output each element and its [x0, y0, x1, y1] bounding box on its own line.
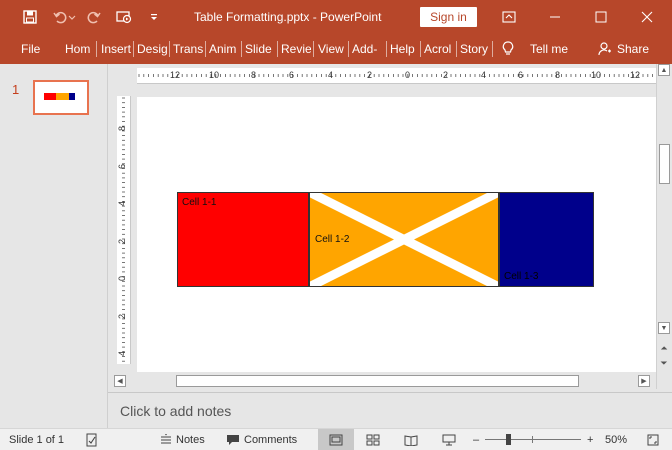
slide-sorter-icon[interactable]: [366, 429, 380, 450]
slide-number: 1: [12, 82, 20, 97]
ruler-label: 10: [209, 70, 220, 80]
ruler-label: 2: [117, 313, 128, 320]
minimize-icon[interactable]: [532, 0, 578, 34]
comments-label: Comments: [244, 433, 298, 446]
ruler-label: 8: [555, 70, 561, 80]
zoom-slider[interactable]: [485, 429, 581, 450]
slide-count: Slide 1 of 1: [9, 433, 65, 446]
table-cell-1-3[interactable]: Cell 1-3: [499, 192, 594, 287]
previous-slide-icon[interactable]: ⏶: [658, 342, 670, 354]
zoom-out-button[interactable]: –: [473, 429, 479, 450]
ruler-label: 10: [591, 70, 602, 80]
maximize-icon[interactable]: [578, 0, 624, 34]
tab-acrobat[interactable]: Acrol: [424, 34, 452, 64]
tab-storyline[interactable]: Story: [460, 34, 490, 64]
present-icon[interactable]: [116, 9, 132, 25]
tab-help[interactable]: Help: [390, 34, 418, 64]
zoom-in-button[interactable]: +: [587, 429, 593, 450]
status-bar: Slide 1 of 1 Notes Comments – + 50%: [0, 428, 672, 450]
tab-add-ins[interactable]: Add-: [352, 34, 382, 64]
tab-slide-show[interactable]: Slide: [245, 34, 275, 64]
redo-icon[interactable]: [86, 9, 102, 25]
tab-file[interactable]: File: [21, 34, 40, 64]
scroll-up-icon[interactable]: ▲: [658, 64, 670, 76]
scroll-right-icon[interactable]: ▶: [638, 375, 650, 387]
document-title: Table Formatting.pptx - PowerPoint: [194, 10, 382, 24]
slide-thumbnail[interactable]: [33, 80, 89, 115]
fit-slide-icon[interactable]: [646, 429, 660, 450]
vertical-scroll-thumb[interactable]: [659, 144, 670, 184]
ruler-label: 2: [117, 238, 128, 245]
slide-canvas[interactable]: Cell 1-1 Cell 1-2 Cell 1-3: [137, 97, 656, 372]
thumb-cell-2: [56, 93, 69, 100]
ruler-label: 4: [117, 200, 128, 207]
tab-review[interactable]: Revie: [281, 34, 311, 64]
close-icon[interactable]: [624, 0, 670, 34]
slide-thumbnail-pane: [0, 64, 108, 428]
tab-view[interactable]: View: [318, 34, 346, 64]
undo-icon[interactable]: [52, 9, 68, 25]
undo-dropdown-icon[interactable]: [68, 9, 76, 25]
notes-icon: [161, 434, 171, 444]
spelling-check-icon[interactable]: [85, 429, 99, 450]
ruler-label: 2: [443, 70, 449, 80]
ruler-label: 4: [117, 350, 128, 357]
vertical-ruler: 8 6 4 2 0 2 4: [117, 96, 131, 364]
ruler-label: 8: [251, 70, 257, 80]
tab-animations[interactable]: Anim: [209, 34, 239, 64]
ruler-label: 6: [518, 70, 524, 80]
ruler-label: 4: [481, 70, 487, 80]
sign-in-button[interactable]: Sign in: [420, 7, 477, 27]
thumb-cell-1: [44, 93, 56, 100]
share-icon[interactable]: [598, 34, 614, 64]
slideshow-icon[interactable]: [442, 429, 456, 450]
ruler-label: 8: [117, 125, 128, 132]
ruler-label: 4: [328, 70, 334, 80]
lightbulb-icon[interactable]: [502, 34, 516, 64]
notes-label: Notes: [176, 433, 205, 446]
tab-transitions[interactable]: Trans: [173, 34, 203, 64]
share-button[interactable]: Share: [617, 34, 649, 64]
table-cell-1-1[interactable]: Cell 1-1: [177, 192, 309, 287]
ruler-label: 0: [117, 275, 128, 282]
tab-insert[interactable]: Insert: [101, 34, 131, 64]
ruler-label: 12: [170, 70, 181, 80]
horizontal-scroll-thumb[interactable]: [176, 375, 579, 387]
ruler-label: 2: [367, 70, 373, 80]
comments-icon: [227, 435, 239, 445]
cell-label: Cell 1-3: [504, 271, 539, 282]
comments-button[interactable]: Comments: [226, 429, 297, 450]
reading-view-icon[interactable]: [404, 429, 418, 450]
cell-label: Cell 1-1: [182, 197, 217, 208]
ruler-label: 12: [630, 70, 641, 80]
notes-button[interactable]: Notes: [160, 429, 205, 450]
horizontal-scrollbar[interactable]: ◀ ▶: [113, 374, 653, 389]
save-icon[interactable]: [22, 9, 38, 25]
scroll-left-icon[interactable]: ◀: [114, 375, 126, 387]
ribbon-display-icon[interactable]: [486, 0, 532, 34]
tab-home[interactable]: Hom: [65, 34, 93, 64]
zoom-level[interactable]: 50%: [605, 429, 627, 450]
notes-pane[interactable]: Click to add notes: [108, 392, 672, 428]
ribbon-tabs: File Hom Insert Desig Trans Anim Slide R…: [0, 34, 672, 64]
vertical-scrollbar[interactable]: ▲ ▼ ⏶ ⏷: [656, 64, 672, 389]
tab-design[interactable]: Desig: [137, 34, 167, 64]
cell-label: Cell 1-2: [315, 234, 350, 245]
ruler-label: 6: [289, 70, 295, 80]
notes-placeholder[interactable]: Click to add notes: [120, 403, 231, 419]
horizontal-ruler: 12 10 8 6 4 2 0 2 4 6 8 10 12: [137, 68, 657, 84]
tell-me-search[interactable]: Tell me: [530, 34, 568, 64]
next-slide-icon[interactable]: ⏷: [658, 357, 670, 369]
normal-view-icon[interactable]: [318, 429, 354, 450]
ruler-label: 0: [405, 70, 411, 80]
thumb-cell-3: [69, 93, 75, 100]
title-bar: Table Formatting.pptx - PowerPoint Sign …: [0, 0, 672, 34]
customize-icon[interactable]: [146, 9, 162, 25]
table-cell-1-2[interactable]: Cell 1-2: [309, 192, 499, 287]
zoom-slider-thumb[interactable]: [506, 434, 511, 445]
ruler-label: 6: [117, 163, 128, 170]
scroll-down-icon[interactable]: ▼: [658, 322, 670, 334]
